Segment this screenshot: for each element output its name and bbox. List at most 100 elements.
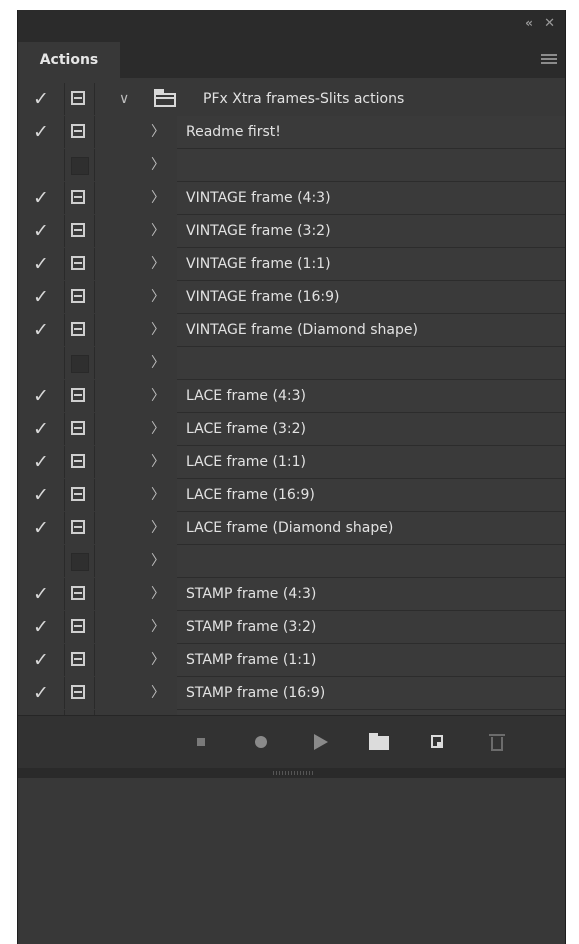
chevron-right-icon[interactable]: 〉 <box>151 446 165 478</box>
action-row[interactable]: ✓ 〉 STAMP frame (4:3) <box>18 578 565 611</box>
panel-resize-strip[interactable] <box>18 768 565 778</box>
action-row[interactable]: ✓ 〉 LACE frame (1:1) <box>18 446 565 479</box>
checkmark-icon[interactable]: ✓ <box>18 215 65 247</box>
chevron-right-icon[interactable]: 〉 <box>151 545 165 577</box>
checkmark-icon[interactable]: ✓ <box>18 677 65 709</box>
double-chevron-left-icon[interactable]: ‹‹ <box>525 16 533 30</box>
actions-list: ✓ ∨ PFx Xtra frames-Slits actions ✓ 〉 Read… <box>18 83 565 743</box>
resize-grip-icon[interactable] <box>273 771 313 775</box>
dialog-toggle-icon <box>71 388 85 402</box>
action-label-strip <box>177 149 565 182</box>
action-row[interactable]: ✓ 〉 LACE frame (3:2) <box>18 413 565 446</box>
action-row[interactable]: ✓ 〉 LACE frame (16:9) <box>18 479 565 512</box>
chevron-right-icon[interactable]: 〉 <box>151 413 165 445</box>
action-row[interactable]: ✓ 〉 VINTAGE frame (Diamond shape) <box>18 314 565 347</box>
action-row[interactable]: ✓ 〉 STAMP frame (3:2) <box>18 611 565 644</box>
dialog-toggle[interactable] <box>65 611 95 643</box>
play-icon[interactable] <box>308 732 332 752</box>
chevron-right-icon[interactable]: 〉 <box>151 611 165 643</box>
chevron-right-icon[interactable]: 〉 <box>151 149 165 181</box>
dialog-toggle[interactable] <box>65 149 95 181</box>
checkmark-icon[interactable]: ✓ <box>18 182 65 214</box>
dialog-toggle-icon <box>71 256 85 270</box>
new-action-icon[interactable] <box>428 732 452 752</box>
dialog-toggle[interactable] <box>65 545 95 577</box>
dialog-toggle[interactable] <box>65 248 95 280</box>
dialog-toggle[interactable] <box>65 512 95 544</box>
dialog-toggle-icon <box>71 322 85 336</box>
checkmark-icon[interactable]: ✓ <box>18 380 65 412</box>
stop-icon[interactable] <box>190 732 214 752</box>
chevron-right-icon[interactable]: 〉 <box>151 380 165 412</box>
checkmark-icon[interactable]: ✓ <box>18 446 65 478</box>
dialog-toggle[interactable] <box>65 182 95 214</box>
chevron-right-icon[interactable]: 〉 <box>151 116 165 148</box>
checkmark-icon[interactable]: ✓ <box>18 578 65 610</box>
checkmark-icon[interactable]: ✓ <box>18 83 65 115</box>
dialog-toggle[interactable] <box>65 116 95 148</box>
chevron-right-icon[interactable]: 〉 <box>151 182 165 214</box>
empty-action-row[interactable]: 〉 <box>18 347 565 380</box>
dialog-toggle-icon <box>71 91 85 105</box>
tab-actions[interactable]: Actions <box>18 42 120 78</box>
action-row[interactable]: ✓ 〉 VINTAGE frame (16:9) <box>18 281 565 314</box>
close-icon[interactable]: ✕ <box>544 16 555 31</box>
action-row[interactable]: ✓ 〉 LACE frame (Diamond shape) <box>18 512 565 545</box>
dialog-toggle[interactable] <box>65 677 95 709</box>
trash-icon[interactable] <box>486 732 510 752</box>
dialog-toggle[interactable] <box>65 644 95 676</box>
empty-dialog-box <box>71 553 89 571</box>
dialog-toggle[interactable] <box>65 281 95 313</box>
checkmark-icon[interactable]: ✓ <box>18 314 65 346</box>
empty-action-row[interactable]: 〉 <box>18 149 565 182</box>
action-row[interactable]: ✓ 〉 VINTAGE frame (3:2) <box>18 215 565 248</box>
actions-panel: ‹‹ ✕ Actions ✓ ∨ PFx Xtra frames-Slits a… <box>17 10 566 944</box>
tab-row: Actions <box>18 42 565 78</box>
action-name: VINTAGE frame (3:2) <box>186 223 331 239</box>
dialog-toggle[interactable] <box>65 578 95 610</box>
chevron-right-icon[interactable]: 〉 <box>151 479 165 511</box>
action-row[interactable]: ✓ 〉 VINTAGE frame (1:1) <box>18 248 565 281</box>
checkmark-icon[interactable]: ✓ <box>18 512 65 544</box>
dialog-toggle[interactable] <box>65 347 95 379</box>
empty-check-cell[interactable] <box>18 347 65 379</box>
dialog-toggle[interactable] <box>65 215 95 247</box>
new-set-folder-icon[interactable] <box>368 732 392 752</box>
chevron-right-icon[interactable]: 〉 <box>151 281 165 313</box>
chevron-right-icon[interactable]: 〉 <box>151 314 165 346</box>
checkmark-icon[interactable]: ✓ <box>18 116 65 148</box>
chevron-right-icon[interactable]: 〉 <box>151 347 165 379</box>
dialog-toggle[interactable] <box>65 380 95 412</box>
action-name: LACE frame (16:9) <box>186 487 315 503</box>
action-name: VINTAGE frame (Diamond shape) <box>186 322 418 338</box>
chevron-down-icon[interactable]: ∨ <box>119 83 129 115</box>
dialog-toggle[interactable] <box>65 479 95 511</box>
dialog-toggle[interactable] <box>65 314 95 346</box>
checkmark-icon[interactable]: ✓ <box>18 644 65 676</box>
dialog-toggle[interactable] <box>65 83 95 115</box>
chevron-right-icon[interactable]: 〉 <box>151 248 165 280</box>
empty-check-cell[interactable] <box>18 149 65 181</box>
checkmark-icon[interactable]: ✓ <box>18 479 65 511</box>
dialog-toggle[interactable] <box>65 446 95 478</box>
empty-check-cell[interactable] <box>18 545 65 577</box>
action-row[interactable]: ✓ 〉 STAMP frame (16:9) <box>18 677 565 710</box>
chevron-right-icon[interactable]: 〉 <box>151 215 165 247</box>
chevron-right-icon[interactable]: 〉 <box>151 644 165 676</box>
record-icon[interactable] <box>250 732 274 752</box>
hamburger-menu-icon[interactable] <box>541 54 557 66</box>
checkmark-icon[interactable]: ✓ <box>18 413 65 445</box>
action-row[interactable]: ✓ 〉 LACE frame (4:3) <box>18 380 565 413</box>
action-row[interactable]: ✓ 〉 STAMP frame (1:1) <box>18 644 565 677</box>
chevron-right-icon[interactable]: 〉 <box>151 512 165 544</box>
action-row[interactable]: ✓ 〉 VINTAGE frame (4:3) <box>18 182 565 215</box>
chevron-right-icon[interactable]: 〉 <box>151 677 165 709</box>
chevron-right-icon[interactable]: 〉 <box>151 578 165 610</box>
dialog-toggle[interactable] <box>65 413 95 445</box>
checkmark-icon[interactable]: ✓ <box>18 611 65 643</box>
empty-action-row[interactable]: 〉 <box>18 545 565 578</box>
action-row[interactable]: ✓ 〉 Readme first! <box>18 116 565 149</box>
action-set-row[interactable]: ✓ ∨ PFx Xtra frames-Slits actions <box>18 83 565 116</box>
checkmark-icon[interactable]: ✓ <box>18 248 65 280</box>
checkmark-icon[interactable]: ✓ <box>18 281 65 313</box>
